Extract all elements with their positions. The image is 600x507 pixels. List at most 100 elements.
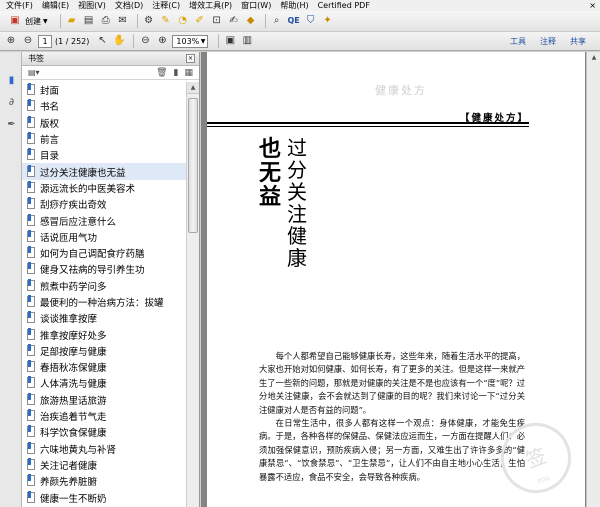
bookmark-item[interactable]: 前言 bbox=[22, 131, 186, 147]
collapse-panel-icon[interactable]: × bbox=[186, 54, 195, 63]
delete-bookmark-icon[interactable]: 🗑 bbox=[156, 66, 167, 80]
bookmark-item[interactable]: 健身又祛病的导引养生功 bbox=[22, 261, 186, 277]
new-bookmark-icon[interactable]: ▮ bbox=[174, 66, 179, 80]
menu-view[interactable]: 视图(V) bbox=[78, 0, 106, 11]
menu-plugins[interactable]: 增效工具(P) bbox=[189, 0, 232, 11]
bookmark-page-icon bbox=[26, 229, 36, 243]
open-folder-icon[interactable]: ▰ bbox=[65, 14, 79, 28]
scroll-up-icon[interactable]: ▲ bbox=[187, 82, 199, 94]
bookmark-item[interactable]: 推拿按摩好处多 bbox=[22, 326, 186, 342]
bookmarks-panel-title: 书签 bbox=[28, 54, 44, 63]
fit-width-icon[interactable]: ▥ bbox=[240, 34, 254, 48]
search-icon[interactable]: ⌕ bbox=[270, 14, 284, 28]
scrollbar-thumb[interactable] bbox=[188, 98, 198, 233]
menu-help[interactable]: 帮助(H) bbox=[280, 0, 308, 11]
bookmark-item[interactable]: 春捂秋冻保健康 bbox=[22, 359, 186, 375]
share-link[interactable]: 共享 bbox=[570, 36, 586, 47]
bookmark-item[interactable]: 过分关注健康也无益 bbox=[22, 163, 186, 180]
paragraph: 每个人都希望自己能够健康长寿，这些年来，随着生活水平的提高，大家也开始对如何健康… bbox=[259, 351, 525, 415]
hand-tool-icon[interactable]: ✋ bbox=[112, 34, 126, 48]
comment-link[interactable]: 注释 bbox=[540, 36, 556, 47]
menu-file[interactable]: 文件(F) bbox=[6, 0, 33, 11]
previous-page-icon[interactable]: ⊕ bbox=[4, 34, 18, 48]
highlight-icon[interactable]: ✐ bbox=[193, 14, 207, 28]
bookmark-page-icon bbox=[26, 148, 36, 161]
secure-icon[interactable]: ⊡ bbox=[210, 14, 224, 28]
document-view[interactable]: 健康处方 【健康处方】 也无益 过分关注健康 每个人都希望自己能够健康长寿，这些… bbox=[201, 52, 600, 507]
print-icon[interactable]: ⎙ bbox=[99, 14, 113, 28]
bookmark-item[interactable]: 刮痧疗疾出奇效 bbox=[22, 196, 186, 212]
tools-link[interactable]: 工具 bbox=[510, 36, 526, 47]
document-page: 健康处方 【健康处方】 也无益 过分关注健康 每个人都希望自己能够健康长寿，这些… bbox=[207, 52, 585, 507]
bookmark-item[interactable]: 人体清洗与健康 bbox=[22, 375, 186, 391]
zoom-level-select[interactable]: 103% ▼ bbox=[172, 34, 209, 48]
bookmark-item[interactable]: 治疾追着节气走 bbox=[22, 408, 186, 424]
bookmark-item[interactable]: 感冒后应注意什么 bbox=[22, 212, 186, 228]
bookmark-item[interactable]: 旅游热里话旅游 bbox=[22, 392, 186, 408]
bookmark-item[interactable]: 封面 bbox=[22, 82, 186, 98]
create-button[interactable]: ▣ 创建 ▼ bbox=[4, 14, 52, 29]
shield-icon[interactable]: ⛉ bbox=[304, 14, 318, 28]
options-menu-icon[interactable]: ▤▾ bbox=[28, 68, 40, 77]
select-tool-icon[interactable]: ↖ bbox=[95, 34, 109, 48]
menu-certified-pdf[interactable]: Certified PDF bbox=[318, 0, 370, 11]
bookmark-page-icon bbox=[26, 474, 36, 487]
bookmark-item[interactable]: 目录 bbox=[22, 147, 186, 163]
bookmark-page-icon bbox=[26, 392, 36, 406]
bookmark-item[interactable]: 关注记者健康 bbox=[22, 457, 186, 473]
bubble-icon[interactable]: ◔ bbox=[176, 14, 190, 28]
stamp-icon[interactable]: ◆ bbox=[244, 14, 258, 28]
close-document-icon[interactable]: × bbox=[589, 0, 596, 11]
create-button-label: 创建 bbox=[25, 16, 41, 26]
bookmarks-scrollbar[interactable]: ▲ bbox=[186, 82, 199, 507]
bookmark-label: 感冒后应注意什么 bbox=[40, 216, 117, 228]
next-page-icon[interactable]: ⊖ bbox=[21, 34, 35, 48]
save-icon[interactable]: ▤ bbox=[82, 14, 96, 28]
bookmark-item[interactable]: 煎煮中药学问多 bbox=[22, 278, 186, 294]
star-icon[interactable]: ✦ bbox=[321, 14, 335, 28]
title-main: 过分关注健康 bbox=[287, 136, 307, 270]
fit-page-icon[interactable]: ▣ bbox=[223, 34, 237, 48]
qe-icon[interactable]: QE bbox=[287, 14, 301, 28]
bookmark-page-icon bbox=[26, 360, 36, 373]
bookmark-item[interactable]: 书名 bbox=[22, 98, 186, 114]
bookmark-label: 书名 bbox=[40, 102, 60, 114]
menu-window[interactable]: 窗口(W) bbox=[241, 0, 271, 11]
bookmark-item[interactable]: 话说匝用气功 bbox=[22, 229, 186, 245]
page-number-input[interactable]: 1 bbox=[38, 34, 52, 48]
bookmark-item[interactable]: 足部按摩与健康 bbox=[22, 343, 186, 359]
sign-icon[interactable]: ✍ bbox=[227, 14, 241, 28]
bookmark-page-icon bbox=[26, 295, 36, 308]
bookmark-label: 科学饮食保健康 bbox=[40, 428, 107, 440]
zoom-out-icon[interactable]: ⊖ bbox=[138, 34, 152, 48]
menu-comments[interactable]: 注释(C) bbox=[152, 0, 180, 11]
settings-icon[interactable]: ⚙ bbox=[142, 14, 156, 28]
bookmark-label: 谈谈推拿按摩 bbox=[40, 314, 98, 326]
signature-icon[interactable]: ✒ bbox=[5, 118, 18, 132]
bookmark-item[interactable]: 最便利的一种治病方法：拔罐 bbox=[22, 294, 186, 310]
document-scrollbar[interactable]: ▲ bbox=[586, 52, 600, 507]
menu-document[interactable]: 文档(D) bbox=[115, 0, 143, 11]
bookmark-item[interactable]: 六味地黄丸与补肾 bbox=[22, 441, 186, 457]
attachment-icon[interactable]: ∂ bbox=[5, 96, 18, 110]
bookmark-item[interactable]: 源远流长的中医美容术 bbox=[22, 180, 186, 196]
menu-edit[interactable]: 编辑(E) bbox=[42, 0, 69, 11]
bookmark-page-icon bbox=[26, 99, 36, 112]
bookmark-item[interactable]: 谈谈推拿按摩 bbox=[22, 310, 186, 326]
paragraph: 在日常生活中，很多人都有这样一个观点：身体健康，才能免生疾病。于是，各种各样的保… bbox=[259, 418, 525, 482]
bookmark-item[interactable]: 版权 bbox=[22, 115, 186, 131]
bookmark-label: 人体清洗与健康 bbox=[40, 379, 107, 391]
email-icon[interactable]: ✉ bbox=[116, 14, 130, 28]
expand-bookmark-icon[interactable]: ▦ bbox=[184, 66, 193, 80]
scroll-up-icon[interactable]: ▲ bbox=[587, 52, 600, 64]
bookmark-item[interactable]: 健康一生不断奶 bbox=[22, 489, 186, 505]
bookmark-item[interactable]: 如何为自己调配食疗药膳 bbox=[22, 245, 186, 261]
bookmark-icon[interactable]: ▮ bbox=[5, 74, 18, 88]
bookmark-item[interactable]: 科学饮食保健康 bbox=[22, 424, 186, 440]
bookmark-page-icon bbox=[26, 311, 36, 324]
bookmark-item[interactable]: 养颜先养脏腑 bbox=[22, 473, 186, 489]
comment-icon[interactable]: ✎ bbox=[159, 14, 173, 28]
zoom-in-icon[interactable]: ⊕ bbox=[155, 34, 169, 48]
bookmark-label: 刮痧疗疾出奇效 bbox=[40, 200, 107, 212]
bookmark-label: 治疾追着节气走 bbox=[40, 412, 107, 424]
